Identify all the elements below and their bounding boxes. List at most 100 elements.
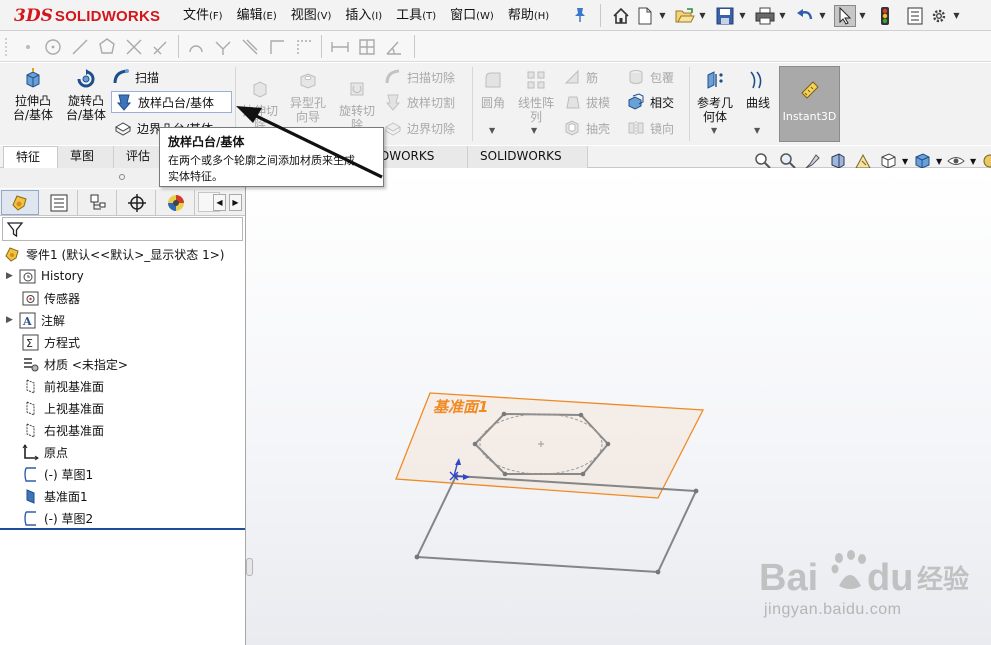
lofted-cut-button[interactable]: 放样切割: [384, 91, 455, 113]
angle-dimension-icon[interactable]: [384, 37, 404, 57]
expand-icon[interactable]: ▶: [6, 271, 16, 281]
menu-tools[interactable]: 工具(T): [389, 0, 443, 31]
chevron-down-icon[interactable]: ▼: [658, 11, 667, 20]
point-icon[interactable]: [18, 37, 38, 57]
circle-icon[interactable]: [43, 37, 63, 57]
smart-dimension-icon[interactable]: [330, 37, 350, 57]
mirror-button[interactable]: 镜向: [627, 117, 674, 139]
tab-sketch[interactable]: 草图: [58, 146, 114, 168]
chevron-down-icon[interactable]: ▼: [952, 11, 961, 20]
revolve-cut-button[interactable]: 旋转切 除: [334, 77, 380, 132]
open-icon[interactable]: [674, 5, 696, 27]
tree-item-front-plane[interactable]: 前视基准面: [19, 375, 104, 397]
instant3d-button[interactable]: Instant3D: [779, 66, 840, 142]
line-icon[interactable]: [70, 37, 90, 57]
chevron-down-icon[interactable]: ▼: [858, 11, 867, 20]
draft-button[interactable]: 拔模: [563, 91, 610, 113]
propertymanager-tab[interactable]: [40, 190, 78, 215]
featuremanager-tab[interactable]: [1, 190, 39, 215]
rebuild-icon[interactable]: [874, 5, 896, 27]
origin-icon: [22, 443, 39, 461]
grid-icon[interactable]: [357, 37, 377, 57]
tree-item-plane1[interactable]: 基准面1: [19, 485, 88, 507]
panel-splitter-handle[interactable]: [246, 558, 253, 576]
linear-pattern-button[interactable]: 线性阵 列: [514, 69, 558, 124]
polygon-icon[interactable]: [97, 37, 117, 57]
construction-line-icon[interactable]: [294, 37, 314, 57]
swept-cut-button[interactable]: 扫描切除: [384, 66, 455, 88]
mirror-entities-icon[interactable]: [213, 37, 233, 57]
dimxpert-tab[interactable]: [118, 190, 156, 215]
tree-item-annotations[interactable]: ▶ A 注解: [0, 309, 65, 331]
tree-item-part[interactable]: 零件1 (默认<<默认>_显示状态 1>): [0, 243, 224, 265]
home-icon[interactable]: [610, 5, 632, 27]
trim-icon[interactable]: [124, 37, 144, 57]
hole-wizard-button[interactable]: 异型孔 向导: [285, 69, 331, 124]
chevron-down-icon[interactable]: ▼: [970, 157, 979, 166]
chevron-down-icon[interactable]: ▼: [531, 126, 537, 135]
configurationmanager-tab[interactable]: [79, 190, 117, 215]
corner-rectangle-icon[interactable]: [267, 37, 287, 57]
chevron-down-icon[interactable]: ▼: [698, 11, 707, 20]
new-document-icon[interactable]: [634, 5, 656, 27]
menu-edit[interactable]: 编辑(E): [230, 0, 284, 31]
boundary-cut-button[interactable]: 边界切除: [384, 117, 455, 139]
undo-icon[interactable]: [794, 5, 816, 27]
extrude-boss-button[interactable]: 拉伸凸 台/基体: [8, 67, 58, 122]
rib-button[interactable]: 筋: [563, 66, 598, 88]
tree-item-origin[interactable]: 原点: [19, 441, 68, 463]
tab-mbd[interactable]: DWORKS MBD: [370, 146, 468, 184]
scroll-left-icon[interactable]: ◀: [213, 194, 226, 211]
collapse-handle-icon[interactable]: [119, 174, 125, 180]
chevron-down-icon[interactable]: ▼: [738, 11, 747, 20]
chevron-down-icon[interactable]: ▼: [818, 11, 827, 20]
menu-insert[interactable]: 插入(I): [338, 0, 389, 31]
options-icon[interactable]: [928, 5, 950, 27]
tab-cam[interactable]: SOLIDWORKS CAM: [468, 146, 588, 184]
display-manager-tab[interactable]: [157, 190, 195, 215]
fillet-button[interactable]: 圆角: [475, 69, 511, 110]
extrude-cut-button[interactable]: 拉伸切 除: [237, 77, 283, 132]
scroll-right-icon[interactable]: ▶: [229, 194, 242, 211]
chevron-down-icon[interactable]: ▼: [711, 126, 717, 135]
save-icon[interactable]: [714, 5, 736, 27]
tree-item-sensors[interactable]: 传感器: [19, 287, 80, 309]
wrap-button[interactable]: 包覆: [627, 66, 674, 88]
extend-icon[interactable]: [151, 37, 171, 57]
tree-item-right-plane[interactable]: 右视基准面: [19, 419, 104, 441]
featuremanager-icon: [12, 194, 27, 211]
tab-features[interactable]: 特征: [3, 146, 58, 168]
offset-icon[interactable]: [186, 37, 206, 57]
menu-help[interactable]: 帮助(H): [501, 0, 556, 31]
tree-item-history[interactable]: ▶ History: [0, 265, 84, 287]
chevron-down-icon[interactable]: ▼: [489, 126, 495, 135]
file-properties-icon[interactable]: [904, 5, 926, 27]
print-icon[interactable]: [754, 5, 776, 27]
select-icon[interactable]: [834, 4, 856, 27]
menu-view[interactable]: 视图(V): [284, 0, 339, 31]
pin-menu-icon[interactable]: [573, 7, 587, 23]
chevron-down-icon[interactable]: ▼: [754, 126, 760, 135]
curves-button[interactable]: 曲线: [740, 69, 776, 110]
tree-item-equations[interactable]: Σ 方程式: [19, 331, 80, 353]
convert-entities-icon[interactable]: [240, 37, 260, 57]
tree-item-top-plane[interactable]: 上视基准面: [19, 397, 104, 419]
tree-filter-field[interactable]: [2, 217, 243, 241]
intersect-button[interactable]: 相交: [627, 91, 674, 113]
solidworks-logo[interactable]: 3DS SOLIDWORKS: [14, 4, 160, 28]
reference-geometry-button[interactable]: 参考几 何体: [693, 69, 737, 124]
expand-icon[interactable]: ▶: [6, 315, 16, 325]
tree-item-sketch1[interactable]: (-) 草图1: [19, 463, 93, 485]
chevron-down-icon[interactable]: ▼: [936, 157, 945, 166]
sweep-button[interactable]: 扫描: [112, 66, 159, 88]
tree-item-material[interactable]: 材质 <未指定>: [19, 353, 128, 375]
menu-file[interactable]: 文件(F): [176, 0, 230, 31]
rollback-bar[interactable]: [0, 528, 245, 530]
revolve-boss-button[interactable]: 旋转凸 台/基体: [61, 67, 111, 122]
chevron-down-icon[interactable]: ▼: [902, 157, 911, 166]
shell-button[interactable]: 抽壳: [563, 117, 610, 139]
chevron-down-icon[interactable]: ▼: [778, 11, 787, 20]
tree-item-sketch2[interactable]: (-) 草图2: [19, 507, 93, 529]
loft-boss-button[interactable]: 放样凸台/基体: [111, 91, 232, 113]
menu-window[interactable]: 窗口(W): [443, 0, 501, 31]
